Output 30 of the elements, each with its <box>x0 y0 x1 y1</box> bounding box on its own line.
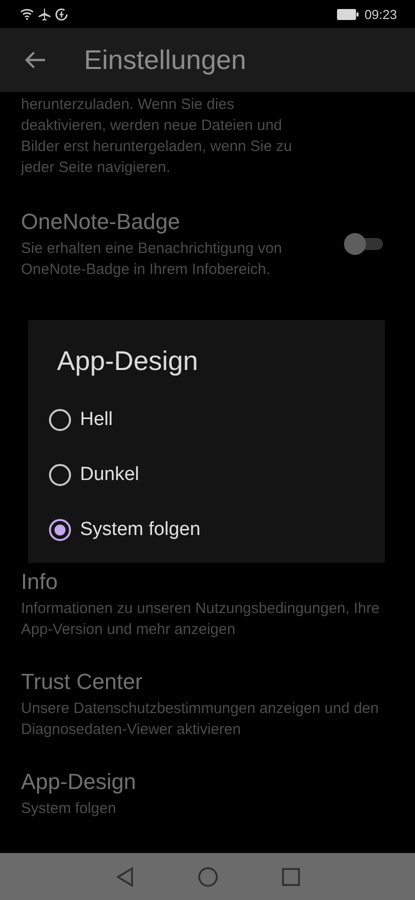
data-saver-icon <box>55 8 68 20</box>
home-button[interactable] <box>198 866 218 886</box>
radio-button[interactable] <box>48 462 72 486</box>
back-arrow-icon <box>24 51 46 69</box>
back-nav-button[interactable] <box>116 866 134 886</box>
setting-description: System folgen <box>21 799 118 819</box>
battery-icon <box>337 8 360 20</box>
radio-button[interactable] <box>48 518 72 542</box>
back-triangle-icon <box>116 866 134 886</box>
setting-description: Sie erhalten eine Benachrichtigung von OneNote-Badge in Ihrem Infobereich. <box>21 239 284 280</box>
setting-title: App-Design <box>21 768 137 795</box>
setting-title: OneNote-Badge <box>21 208 181 235</box>
square-icon <box>282 868 300 886</box>
clock-time: 09:23 <box>364 6 397 22</box>
dialog-title: App-Design <box>57 345 200 378</box>
radio-option[interactable]: Hell <box>28 392 385 447</box>
wifi-icon <box>20 8 34 20</box>
setting-title: Info <box>21 568 59 595</box>
radio-option[interactable]: System folgen <box>28 502 385 557</box>
toggle-switch[interactable] <box>347 234 383 254</box>
airplane-icon <box>38 8 51 20</box>
radio-button[interactable] <box>48 408 72 432</box>
setting-description: herunterzuladen. Wenn Sie dies deaktivieren, werden neue Dateien und Bilder erst heruntergeladen, wenn Sie zu jeder Seite navigieren. <box>21 95 293 178</box>
setting-description: Unsere Datenschutzbestimmungen anzeigen und den Diagnosedaten-Viewer aktivieren <box>21 699 380 740</box>
home-circle-icon <box>198 866 218 886</box>
setting-title: Trust Center <box>21 668 144 695</box>
setting-description: Informationen zu unseren Nutzungsbedingungen, Ihre App-Version und mehr anzeigen <box>21 599 381 640</box>
recents-button[interactable] <box>282 868 300 886</box>
radio-option[interactable]: Dunkel <box>28 447 385 502</box>
screen-title: Einstellungen <box>84 44 246 76</box>
